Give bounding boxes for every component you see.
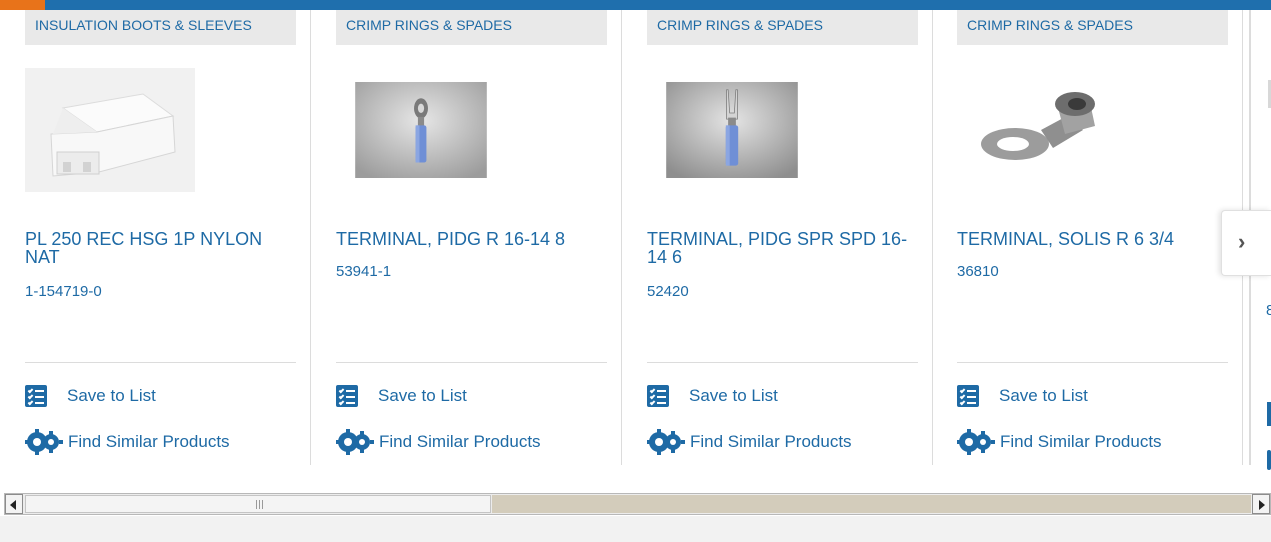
product-title[interactable]: TERMINAL, PIDG R 16-14 8: [336, 230, 606, 248]
gears-icon: [336, 429, 374, 455]
gears-icon[interactable]: [1267, 450, 1271, 470]
card-divider: [25, 362, 296, 363]
scroll-left-button[interactable]: [5, 494, 23, 514]
find-similar-label: Find Similar Products: [68, 432, 230, 451]
gears-icon: [647, 429, 685, 455]
top-accent-bar: [0, 0, 1271, 10]
list-check-icon: [957, 385, 979, 407]
find-similar-button[interactable]: Find Similar Products: [336, 429, 541, 455]
card-divider: [647, 362, 918, 363]
product-part-number[interactable]: 1-154719-0: [25, 283, 102, 300]
product-card: INSULATION BOOTS & SLEEVES PL 250 REC HS…: [0, 10, 311, 465]
chevron-right-icon: ›: [1238, 229, 1246, 254]
find-similar-label: Find Similar Products: [1000, 432, 1162, 451]
horizontal-scrollbar[interactable]: [4, 493, 1271, 515]
list-check-icon: [647, 385, 669, 407]
scrollbar-grip: [256, 500, 264, 509]
find-similar-label: Find Similar Products: [379, 432, 541, 451]
product-part-number[interactable]: 53941-1: [336, 263, 391, 280]
find-similar-button[interactable]: Find Similar Products: [25, 429, 230, 455]
save-to-list-button[interactable]: Save to List: [25, 385, 156, 407]
gears-icon: [957, 429, 995, 455]
save-to-list-label: Save to List: [999, 386, 1088, 405]
product-card: CRIMP RINGS & SPADES TERMINAL, SOLIS R 6…: [932, 10, 1243, 465]
save-to-list-label: Save to List: [689, 386, 778, 405]
scrollbar-thumb[interactable]: [25, 495, 491, 513]
find-similar-label: Find Similar Products: [690, 432, 852, 451]
product-category[interactable]: CRIMP RINGS & SPADES: [957, 10, 1228, 45]
save-to-list-label: Save to List: [67, 386, 156, 405]
product-part-number[interactable]: 36810: [957, 263, 999, 280]
gears-icon: [25, 429, 63, 455]
save-to-list-button[interactable]: Save to List: [647, 385, 778, 407]
page-footer-band: [0, 516, 1271, 542]
product-title[interactable]: TERMINAL, SOLIS R 6 3/4: [957, 230, 1227, 248]
product-card: CRIMP RINGS & SPADES TERMINAL, PIDG SPR …: [622, 10, 933, 465]
save-to-list-button[interactable]: Save to List: [957, 385, 1088, 407]
product-title[interactable]: TERMINAL, PIDG SPR SPD 16-14 6: [647, 230, 917, 266]
product-image[interactable]: [647, 82, 817, 178]
product-title[interactable]: PL 250 REC HSG 1P NYLON NAT: [25, 230, 295, 266]
carousel-next-button[interactable]: ›: [1221, 210, 1271, 276]
find-similar-button[interactable]: Find Similar Products: [647, 429, 852, 455]
product-image[interactable]: [336, 82, 506, 178]
product-part-number-partial[interactable]: 8: [1266, 302, 1271, 319]
product-part-number[interactable]: 52420: [647, 283, 689, 300]
product-category[interactable]: INSULATION BOOTS & SLEEVES: [25, 10, 296, 45]
card-divider: [957, 362, 1228, 363]
save-to-list-button[interactable]: Save to List: [336, 385, 467, 407]
scroll-right-button[interactable]: [1252, 494, 1270, 514]
list-check-icon: [25, 385, 47, 407]
product-category[interactable]: CRIMP RINGS & SPADES: [336, 10, 607, 45]
product-category[interactable]: CRIMP RINGS & SPADES: [647, 10, 918, 45]
list-check-icon: [336, 385, 358, 407]
product-card: CRIMP RINGS & SPADES TERMINAL, PIDG R 16…: [311, 10, 622, 465]
list-check-icon[interactable]: [1267, 402, 1271, 426]
product-image[interactable]: [25, 68, 195, 192]
find-similar-button[interactable]: Find Similar Products: [957, 429, 1162, 455]
product-image[interactable]: [957, 68, 1127, 192]
save-to-list-label: Save to List: [378, 386, 467, 405]
top-accent-marker: [0, 0, 45, 10]
product-carousel: INSULATION BOOTS & SLEEVES PL 250 REC HS…: [0, 10, 1271, 492]
card-divider: [336, 362, 607, 363]
scrollbar-track[interactable]: [492, 495, 1251, 513]
